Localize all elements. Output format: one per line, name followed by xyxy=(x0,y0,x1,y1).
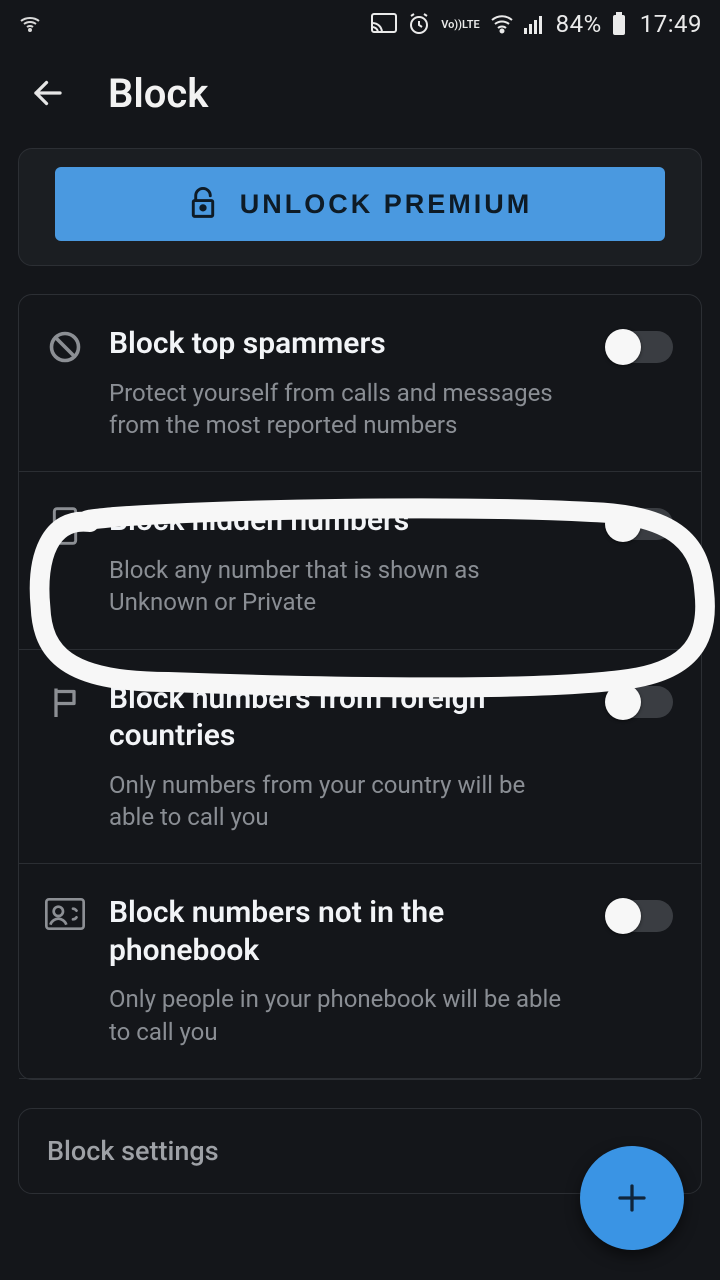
alarm-icon xyxy=(407,12,431,36)
toggle-foreign-countries[interactable] xyxy=(607,686,673,718)
status-bar: Vo))LTE 84% 17:49 xyxy=(0,0,720,48)
toggle-hidden-numbers[interactable] xyxy=(607,508,673,540)
back-button[interactable] xyxy=(24,69,72,117)
row-desc: Block any number that is shown as Unknow… xyxy=(109,554,571,619)
block-options-card: Block top spammers Protect yourself from… xyxy=(18,294,702,1080)
add-fab[interactable] xyxy=(580,1146,684,1250)
arrow-left-icon xyxy=(30,75,66,111)
plus-icon xyxy=(614,1180,650,1216)
block-settings-title: Block settings xyxy=(47,1135,673,1167)
block-icon xyxy=(47,329,83,369)
content-area: UNLOCK PREMIUM Block top spammers Protec… xyxy=(0,138,720,1280)
unknown-device-icon: ? xyxy=(50,506,80,550)
signal-icon xyxy=(524,14,546,34)
row-block-hidden-numbers[interactable]: ? Block hidden numbers Block any number … xyxy=(19,472,701,649)
volte-icon: Vo))LTE xyxy=(441,19,479,30)
premium-card: UNLOCK PREMIUM xyxy=(18,148,702,266)
page-title: Block xyxy=(108,70,208,117)
flag-icon xyxy=(47,684,83,724)
unlock-premium-button[interactable]: UNLOCK PREMIUM xyxy=(55,167,665,241)
unlock-icon xyxy=(188,186,218,223)
row-block-foreign-countries[interactable]: Block numbers from foreign countries Onl… xyxy=(19,650,701,865)
row-title: Block top spammers xyxy=(109,325,571,363)
wifi-shield-icon xyxy=(18,12,42,36)
app-header: Block xyxy=(0,48,720,138)
battery-icon xyxy=(612,12,626,36)
row-desc: Only people in your phonebook will be ab… xyxy=(109,983,571,1048)
row-desc: Protect yourself from calls and messages… xyxy=(109,377,571,442)
premium-button-label: UNLOCK PREMIUM xyxy=(240,189,533,220)
battery-percent: 84% xyxy=(556,10,602,38)
row-block-not-in-phonebook[interactable]: Block numbers not in the phonebook Only … xyxy=(19,864,701,1079)
toggle-not-in-phonebook[interactable] xyxy=(607,900,673,932)
row-title: Block numbers from foreign countries xyxy=(109,680,571,755)
wifi-icon xyxy=(490,14,514,34)
status-time: 17:49 xyxy=(640,10,702,38)
row-title: Block hidden numbers xyxy=(109,502,571,540)
cast-icon xyxy=(371,13,397,35)
row-block-top-spammers[interactable]: Block top spammers Protect yourself from… xyxy=(19,295,701,472)
row-title: Block numbers not in the phonebook xyxy=(109,894,571,969)
app-screen: Vo))LTE 84% 17:49 Block xyxy=(0,0,720,1280)
row-desc: Only numbers from your country will be a… xyxy=(109,769,571,834)
toggle-top-spammers[interactable] xyxy=(607,331,673,363)
svg-text:?: ? xyxy=(59,515,70,536)
contact-card-icon xyxy=(45,898,85,934)
